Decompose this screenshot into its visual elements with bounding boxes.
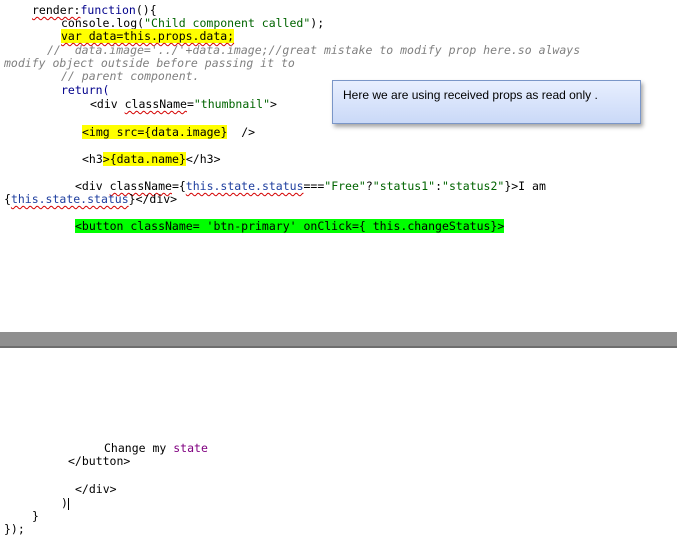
page-break-gap	[0, 332, 677, 346]
code-line-return: return(	[61, 83, 110, 97]
code-line-close-button: </button>	[68, 454, 131, 468]
text-cursor[interactable]	[67, 497, 69, 510]
callout-note-box: Here we are using received props as read…	[332, 80, 641, 124]
code-comment-line-3: // parent component.	[61, 69, 200, 83]
code-line-button: <button className= 'btn-primary' onClick…	[75, 219, 505, 233]
code-line-close-paren: )	[61, 496, 69, 510]
code-line-close-div: </div>	[75, 482, 117, 496]
document-page-bottom: Change my state </button> </div> ) } });	[0, 348, 677, 547]
code-line-close-all: });	[4, 522, 25, 536]
code-line-div-thumbnail: <div className="thumbnail">	[90, 97, 277, 111]
code-line-img: <img src={data.image} />	[82, 125, 256, 139]
document-page-top: render:function(){ console.log("Child co…	[0, 0, 677, 332]
code-line-h3: <h3>{data.name}</h3>	[82, 152, 221, 166]
code-line-var-data: var data=this.props.data;	[61, 29, 235, 43]
code-line-div-status-cont: {this.state.status}</div>	[4, 192, 178, 206]
callout-text: Here we are using received props as read…	[343, 88, 598, 102]
code-line-close-brace: }	[32, 509, 39, 523]
